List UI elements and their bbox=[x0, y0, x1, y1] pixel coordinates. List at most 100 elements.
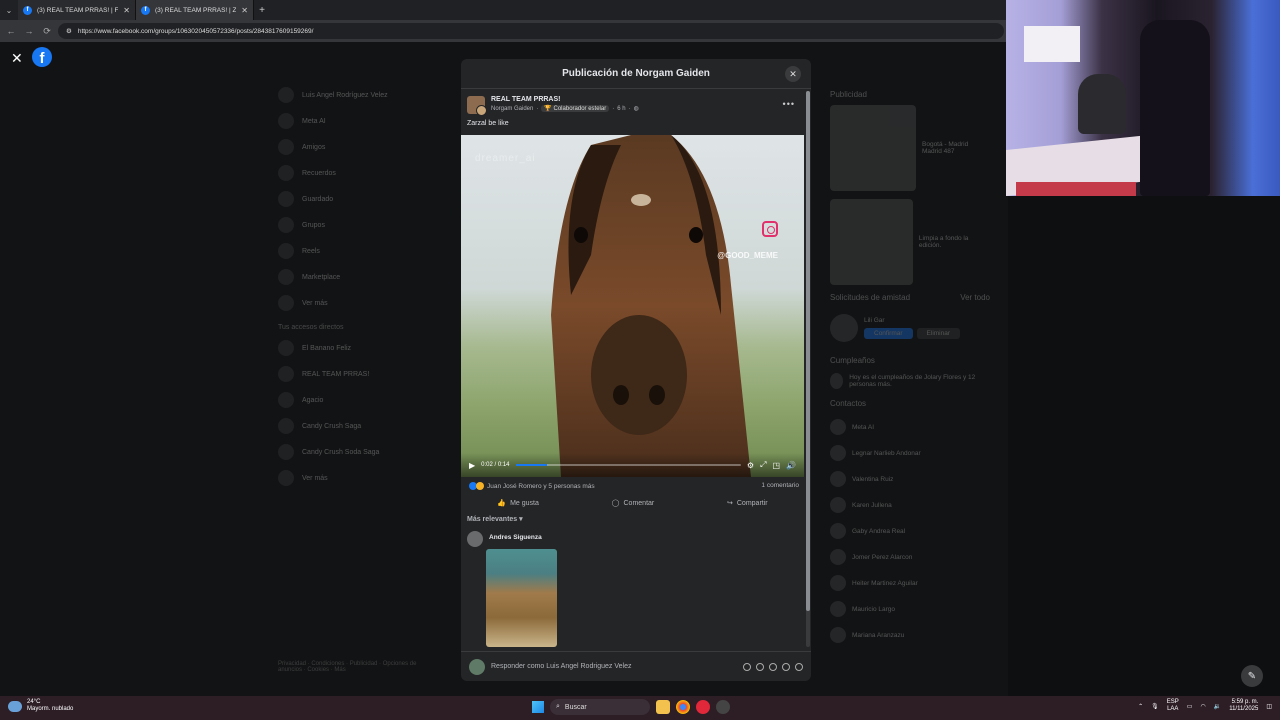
ad-item[interactable]: Limpia a fondo la edición. bbox=[830, 199, 990, 285]
comment-sticker-image[interactable] bbox=[486, 549, 557, 647]
contact-item[interactable]: Mauricio Largo bbox=[830, 596, 990, 622]
sort-comments-dropdown[interactable]: Más relevantes ▾ bbox=[467, 515, 523, 523]
gif-icon[interactable] bbox=[782, 662, 790, 671]
sticker-icon[interactable] bbox=[795, 662, 803, 671]
globe-icon: ◍ bbox=[633, 106, 639, 112]
app-icon[interactable] bbox=[716, 700, 730, 714]
avatar-sticker-icon[interactable] bbox=[743, 662, 751, 671]
nav-item-groups[interactable]: Grupos bbox=[278, 212, 448, 238]
picture-in-picture-icon[interactable]: ◳ bbox=[772, 461, 780, 470]
wifi-icon[interactable]: ◠ bbox=[1200, 703, 1205, 710]
like-button[interactable]: 👍 Me gusta bbox=[497, 499, 539, 508]
nav-item-marketplace[interactable]: Marketplace bbox=[278, 264, 448, 290]
notification-icon[interactable]: ◫ bbox=[1266, 703, 1272, 710]
contact-name: Meta AI bbox=[852, 423, 875, 431]
reload-icon[interactable]: ⟳ bbox=[40, 26, 54, 37]
reply-input[interactable]: Responder como Luis Angel Rodriguez Vele… bbox=[491, 663, 737, 670]
ad-title: Bogotá - Madrid bbox=[922, 141, 969, 148]
volume-icon[interactable]: 🔊 bbox=[786, 461, 796, 470]
shortcut-see-more[interactable]: Ver más bbox=[278, 465, 448, 491]
contact-item[interactable]: Heiter Martinez Aguilar bbox=[830, 570, 990, 596]
clock[interactable]: 5:59 p. m. 11/11/2025 bbox=[1229, 699, 1258, 713]
chevron-up-icon[interactable]: ⌃ bbox=[1138, 703, 1143, 710]
meta-ai-icon bbox=[278, 113, 294, 129]
browser-tab-active[interactable]: f (3) REAL TEAM PRRAS! | Zarzal ✕ bbox=[136, 0, 254, 20]
nav-item-saved[interactable]: Guardado bbox=[278, 186, 448, 212]
address-bar: ← → ⟳ ⚙ https://www.facebook.com/groups/… bbox=[0, 20, 1008, 42]
footer-links[interactable]: Privacidad · Condiciones · Publicidad · … bbox=[278, 661, 428, 673]
group-name-link[interactable]: REAL TEAM PRRAS! bbox=[491, 96, 639, 103]
shortcut-item[interactable]: El Banano Feliz bbox=[278, 335, 448, 361]
play-icon[interactable]: ▶ bbox=[469, 461, 475, 470]
see-all-link[interactable]: Ver todo bbox=[960, 293, 990, 302]
microphone-icon[interactable]: 🎙 bbox=[1151, 703, 1159, 710]
tab-close-icon[interactable]: ✕ bbox=[123, 6, 130, 15]
contact-item[interactable]: Legnar Narlieb Andonar bbox=[830, 440, 990, 466]
tab-search-icon[interactable]: ⌄ bbox=[0, 0, 18, 20]
browser-tab[interactable]: f (3) REAL TEAM PRRAS! | Facebook ✕ bbox=[18, 0, 136, 20]
new-tab-icon[interactable]: + bbox=[254, 5, 270, 16]
confirm-button[interactable]: Confirmar bbox=[864, 328, 913, 339]
settings-gear-icon[interactable]: ⚙ bbox=[747, 461, 754, 470]
close-viewer-icon[interactable]: ✕ bbox=[11, 50, 23, 67]
taskbar-search[interactable]: ⌕ Buscar bbox=[550, 699, 650, 715]
url-field[interactable]: ⚙ https://www.facebook.com/groups/106302… bbox=[58, 23, 1004, 39]
more-options-icon[interactable]: ••• bbox=[783, 99, 795, 109]
scrollbar-thumb[interactable] bbox=[806, 91, 810, 611]
shortcut-item[interactable]: Candy Crush Soda Saga bbox=[278, 439, 448, 465]
tab-close-icon[interactable]: ✕ bbox=[241, 6, 248, 15]
language-indicator[interactable]: ESP LAA bbox=[1167, 699, 1179, 713]
emoji-icon[interactable] bbox=[756, 662, 764, 671]
post-time[interactable]: 6 h bbox=[617, 106, 625, 112]
contact-item[interactable]: Jomer Perez Alarcon bbox=[830, 544, 990, 570]
nav-item-reels[interactable]: Reels bbox=[278, 238, 448, 264]
opera-icon[interactable] bbox=[696, 700, 710, 714]
back-icon[interactable]: ← bbox=[4, 26, 18, 36]
contact-item[interactable]: Meta AI bbox=[830, 414, 990, 440]
video-player[interactable]: dreamer_ai @GOOD_MEME ▶ 0:02 / 0:14 ⚙ ⤢ … bbox=[461, 135, 804, 477]
file-explorer-icon[interactable] bbox=[656, 700, 670, 714]
ad-item[interactable]: Bogotá - Madrid Madrid 487 bbox=[830, 105, 990, 191]
group-avatar[interactable] bbox=[467, 96, 487, 116]
contact-item[interactable]: Mariana Aranzazu bbox=[830, 622, 990, 648]
windows-start-icon[interactable] bbox=[532, 701, 544, 713]
camera-icon[interactable] bbox=[769, 662, 777, 671]
contact-item[interactable]: Valentina Ruiz bbox=[830, 466, 990, 492]
request-name[interactable]: Lili Gar bbox=[864, 317, 960, 324]
nav-item-see-more[interactable]: Ver más bbox=[278, 290, 448, 316]
display-icon[interactable]: ▭ bbox=[1187, 703, 1193, 710]
avatar[interactable] bbox=[830, 314, 858, 342]
modal-scrollbar[interactable] bbox=[806, 91, 810, 647]
comment-button[interactable]: ◯ Comentar bbox=[612, 499, 655, 508]
volume-icon[interactable]: 🔉 bbox=[1214, 703, 1221, 710]
shortcut-item[interactable]: Candy Crush Saga bbox=[278, 413, 448, 439]
site-info-icon[interactable]: ⚙ bbox=[66, 27, 72, 35]
delete-button[interactable]: Eliminar bbox=[916, 328, 961, 339]
friends-icon bbox=[278, 139, 294, 155]
nav-item-memories[interactable]: Recuerdos bbox=[278, 160, 448, 186]
chrome-icon[interactable] bbox=[676, 700, 690, 714]
commenter-avatar[interactable] bbox=[467, 531, 483, 547]
author-link[interactable]: Norgam Gaiden bbox=[491, 106, 533, 112]
thumbs-up-icon: 👍 bbox=[497, 500, 507, 507]
nav-item-friends[interactable]: Amigos bbox=[278, 134, 448, 160]
video-progress-bar[interactable] bbox=[515, 464, 741, 466]
nav-item-meta-ai[interactable]: Meta AI bbox=[278, 108, 448, 134]
contact-item[interactable]: Karen Jullena bbox=[830, 492, 990, 518]
close-modal-button[interactable]: ✕ bbox=[785, 66, 801, 82]
birthday-item[interactable]: Hoy es el cumpleaños de Jolary Flores y … bbox=[830, 371, 990, 391]
shortcut-item[interactable]: Agacio bbox=[278, 387, 448, 413]
commenter-name[interactable]: Andres Siguenza bbox=[489, 534, 542, 547]
facebook-logo-icon[interactable]: f bbox=[32, 47, 52, 67]
post-caption: Zarzal be like bbox=[467, 120, 509, 127]
comments-count[interactable]: 1 comentario bbox=[761, 482, 799, 490]
new-message-button[interactable]: ✎ bbox=[1241, 665, 1263, 687]
reactions-summary[interactable]: Juan José Romero y 5 personas más bbox=[469, 482, 595, 490]
shortcut-item[interactable]: REAL TEAM PRRAS! bbox=[278, 361, 448, 387]
share-button[interactable]: ↪ Compartir bbox=[727, 499, 768, 508]
forward-icon[interactable]: → bbox=[22, 26, 36, 36]
nav-item-profile[interactable]: Luis Angel Rodríguez Velez bbox=[278, 82, 448, 108]
fullscreen-icon[interactable]: ⤢ bbox=[760, 460, 766, 470]
weather-widget[interactable]: 24°C Mayorm. nublado bbox=[8, 699, 73, 713]
contact-item[interactable]: Gaby Andrea Real bbox=[830, 518, 990, 544]
